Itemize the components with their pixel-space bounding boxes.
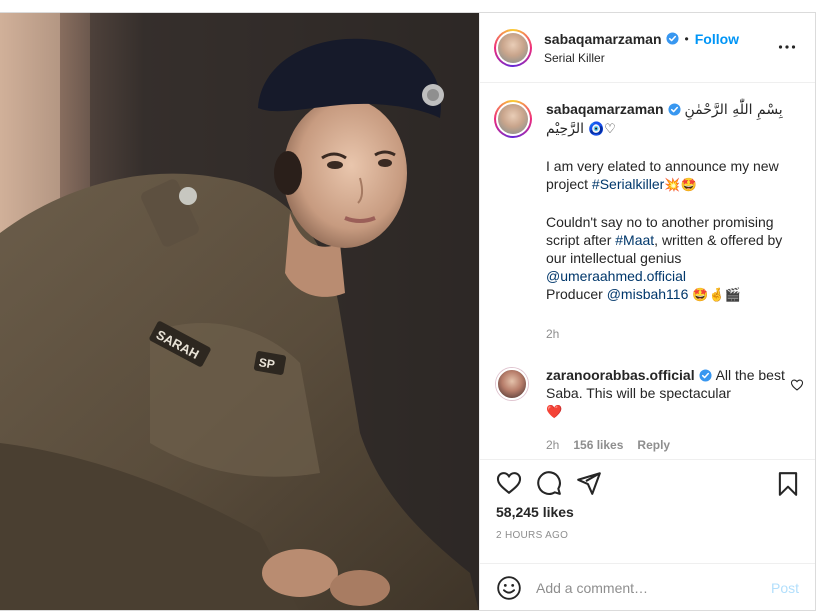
header-separator: • (684, 31, 689, 46)
author-avatar-image (498, 32, 528, 63)
producer-label: Producer (546, 286, 607, 302)
hashtag-serialkiller[interactable]: #Serialkiller (592, 176, 664, 192)
post-header: sabaqamarzaman • Follow Serial Killer (480, 13, 815, 83)
verified-badge-icon (665, 32, 679, 45)
producer-emojis: 🤩🤞🎬 (692, 288, 741, 303)
caption-avatar[interactable] (494, 100, 532, 138)
verified-badge-icon (699, 369, 712, 382)
add-comment-bar: Post (480, 563, 815, 610)
post-timestamp[interactable]: 2 HOURS AGO (496, 530, 568, 541)
reply-likes[interactable]: 156 likes (573, 438, 623, 452)
heart-icon[interactable] (496, 470, 522, 496)
comment-like-heart-icon[interactable] (790, 378, 804, 392)
caption-avatar-image (498, 104, 528, 134)
post-container: SARAH SP sabaqamarzaman • Follow Serial … (0, 12, 816, 611)
caption-arabic-emojis: 🧿♡ (587, 122, 616, 137)
caption-username[interactable]: sabaqamarzaman (546, 101, 664, 117)
comment-icon[interactable] (536, 470, 562, 496)
reply-avatar[interactable] (496, 368, 528, 400)
reply-username[interactable]: zaranoorabbas.official (546, 367, 695, 383)
share-icon[interactable] (576, 470, 602, 496)
svg-text:SP: SP (258, 355, 276, 372)
verified-badge-icon (667, 103, 681, 116)
caption-line1-emojis: 💥🤩 (664, 178, 697, 193)
caption-comment: sabaqamarzaman بِسْمِ اللّٰهِ الرَّحْمٰنِ… (494, 100, 804, 343)
reply-emoji: ❤️ (546, 405, 563, 420)
bookmark-icon[interactable] (775, 471, 801, 497)
author-username[interactable]: sabaqamarzaman (544, 31, 662, 47)
reply-timestamp[interactable]: 2h (546, 438, 559, 452)
post-comment-button[interactable]: Post (771, 580, 799, 596)
mention-misbah116[interactable]: @misbah116 (607, 286, 689, 302)
comment-input[interactable] (536, 580, 756, 596)
post-details-panel: sabaqamarzaman • Follow Serial Killer sa… (479, 13, 815, 610)
author-avatar[interactable] (494, 28, 532, 67)
reply-button[interactable]: Reply (637, 438, 670, 452)
post-image[interactable]: SARAH SP (0, 13, 479, 610)
mention-umeraahmed[interactable]: @umeraahmed.official (546, 268, 686, 284)
post-actions-bar (480, 461, 815, 505)
comments-list[interactable]: sabaqamarzaman بِسْمِ اللّٰهِ الرَّحْمٰنِ… (480, 84, 815, 460)
follow-button[interactable]: Follow (695, 31, 739, 47)
emoji-picker-icon[interactable] (496, 575, 522, 601)
post-location[interactable]: Serial Killer (544, 51, 739, 65)
caption-timestamp[interactable]: 2h (546, 325, 804, 343)
likes-count[interactable]: 58,245 likes (496, 504, 574, 520)
more-options-icon[interactable] (777, 37, 797, 57)
post-photo-illustration: SARAH SP (0, 13, 479, 610)
reply-comment: zaranoorabbas.official All the best Saba.… (494, 366, 804, 452)
hashtag-maat[interactable]: #Maat (615, 232, 654, 248)
